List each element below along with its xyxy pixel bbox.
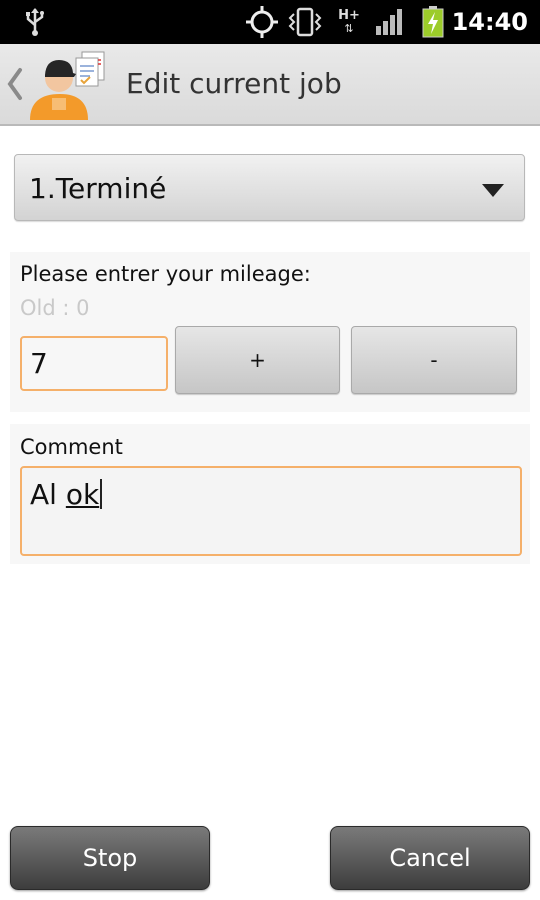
mileage-input[interactable]: 7 bbox=[20, 336, 168, 391]
status-bar: H+ ⇅ 14:40 bbox=[0, 0, 540, 44]
stop-button-label: Stop bbox=[82, 844, 138, 872]
app-logo-icon[interactable] bbox=[26, 48, 112, 120]
signal-icon bbox=[372, 0, 408, 44]
page-title: Edit current job bbox=[126, 67, 342, 100]
usb-icon bbox=[20, 0, 50, 44]
cancel-button[interactable]: Cancel bbox=[330, 826, 530, 890]
comment-text-composing-word: ok bbox=[65, 478, 100, 511]
network-hplus-icon: H+ ⇅ bbox=[338, 8, 360, 35]
mileage-decrement-button[interactable]: - bbox=[351, 326, 517, 394]
action-bar: Edit current job bbox=[0, 44, 540, 126]
vibrate-icon bbox=[285, 0, 325, 44]
back-chevron-icon[interactable] bbox=[4, 66, 24, 102]
dropdown-caret-icon bbox=[482, 182, 504, 201]
comment-label: Comment bbox=[20, 435, 123, 459]
comment-text-prefix: Al bbox=[30, 478, 66, 511]
job-status-value: 1.Terminé bbox=[29, 172, 167, 205]
job-status-dropdown[interactable]: 1.Terminé bbox=[14, 154, 525, 221]
mileage-prompt: Please entrer your mileage: bbox=[20, 262, 311, 286]
stop-button[interactable]: Stop bbox=[10, 826, 210, 890]
network-type-label: H+ bbox=[338, 8, 360, 23]
plus-label: + bbox=[249, 348, 266, 372]
clock: 14:40 bbox=[451, 8, 528, 36]
text-cursor bbox=[100, 479, 103, 509]
old-mileage-label: Old : 0 bbox=[20, 296, 90, 320]
gps-icon bbox=[244, 0, 280, 44]
cancel-button-label: Cancel bbox=[389, 844, 471, 872]
comment-value: Al ok bbox=[30, 478, 103, 511]
battery-charging-icon bbox=[418, 0, 448, 44]
minus-label: - bbox=[430, 348, 438, 372]
mileage-increment-button[interactable]: + bbox=[175, 326, 340, 394]
mileage-value: 7 bbox=[30, 347, 48, 380]
comment-input[interactable]: Al ok bbox=[20, 466, 522, 556]
